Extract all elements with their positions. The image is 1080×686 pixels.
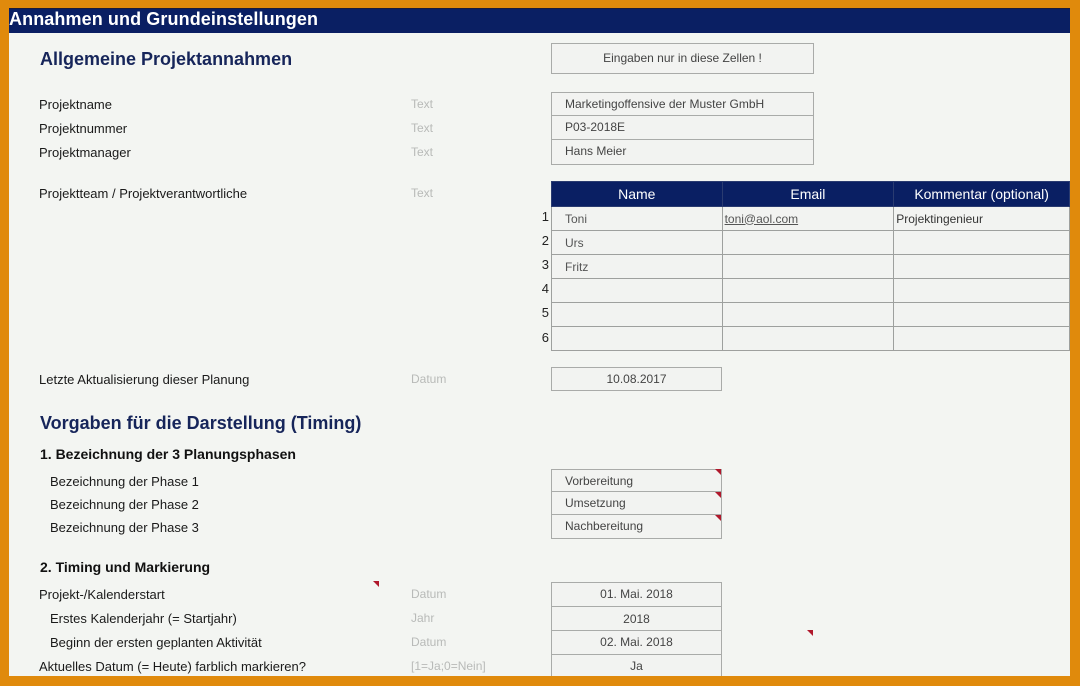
last-update-input[interactable]: 10.08.2017 — [551, 367, 722, 391]
table-row: Urs — [551, 230, 1070, 255]
team-name-cell[interactable]: Urs — [551, 230, 723, 255]
team-table-header: Name Email Kommentar (optional) — [551, 181, 1070, 207]
team-name-cell[interactable]: Fritz — [551, 254, 723, 279]
team-email-cell[interactable] — [721, 278, 895, 303]
row-number: 6 — [541, 330, 549, 345]
table-row: Fritz — [551, 254, 1070, 279]
type-hint-first-year: Jahr — [411, 611, 435, 625]
projektnummer-input[interactable]: P03-2018E — [551, 116, 814, 140]
subheading-timing-marking: 2. Timing und Markierung — [40, 559, 211, 575]
team-email-cell[interactable] — [721, 230, 895, 255]
team-email-cell[interactable] — [721, 326, 895, 351]
label-mark-today: Aktuelles Datum (= Heute) farblich marki… — [39, 659, 306, 674]
spreadsheet-sheet: Annahmen und Grundeinstellungen Allgemei… — [9, 8, 1070, 676]
phase-2-input[interactable]: Umsetzung — [551, 492, 722, 515]
type-hint-projektteam: Text — [411, 186, 434, 200]
label-project-start: Projekt-/Kalenderstart — [39, 587, 165, 602]
team-name-cell[interactable] — [551, 302, 723, 327]
team-comment-cell[interactable] — [893, 278, 1070, 303]
comment-marker-icon[interactable] — [715, 469, 721, 475]
label-first-year: Erstes Kalenderjahr (= Startjahr) — [50, 611, 237, 626]
type-hint-mark-today: [1=Ja;0=Nein] — [411, 659, 486, 673]
team-comment-cell[interactable] — [893, 326, 1070, 351]
row-number: 3 — [541, 257, 549, 272]
team-table: Name Email Kommentar (optional) Toni ton… — [551, 181, 1070, 351]
comment-marker-icon[interactable] — [715, 492, 721, 498]
label-projektname: Projektname — [39, 97, 112, 112]
comment-marker-icon[interactable] — [715, 515, 721, 521]
label-phase-3: Bezeichnung der Phase 3 — [50, 520, 199, 535]
label-projektmanager: Projektmanager — [39, 145, 131, 160]
section-heading-timing: Vorgaben für die Darstellung (Timing) — [40, 413, 362, 433]
team-comment-cell[interactable] — [893, 302, 1070, 327]
team-comment-cell[interactable] — [893, 230, 1070, 255]
team-comment-cell[interactable]: Projektingenieur — [893, 206, 1070, 231]
team-email-cell[interactable]: toni@aol.com — [721, 206, 895, 231]
first-activity-input[interactable]: 02. Mai. 2018 — [551, 631, 722, 655]
table-row — [551, 278, 1070, 303]
type-hint-projektname: Text — [411, 97, 434, 111]
type-hint-projektnummer: Text — [411, 121, 434, 135]
label-phase-2: Bezeichnung der Phase 2 — [50, 497, 199, 512]
sheet-title: Annahmen und Grundeinstellungen — [9, 9, 319, 29]
first-year-input[interactable]: 2018 — [551, 607, 722, 631]
section-heading-general: Allgemeine Projektannahmen — [40, 49, 293, 69]
team-name-cell[interactable] — [551, 326, 723, 351]
project-start-input[interactable]: 01. Mai. 2018 — [551, 582, 722, 607]
label-projektteam: Projektteam / Projektverantwortliche — [39, 186, 248, 201]
row-number: 2 — [541, 233, 549, 248]
team-email-cell[interactable] — [721, 254, 895, 279]
column-header-comment: Kommentar (optional) — [893, 181, 1070, 207]
table-row — [551, 326, 1070, 351]
input-hint-box: Eingaben nur in diese Zellen ! — [551, 43, 814, 74]
team-name-cell[interactable]: Toni — [551, 206, 723, 231]
type-hint-projektmanager: Text — [411, 145, 434, 159]
type-hint-last-update: Datum — [411, 372, 447, 386]
row-number: 4 — [541, 281, 549, 296]
row-number: 1 — [541, 209, 549, 224]
row-number: 5 — [541, 305, 549, 320]
team-name-cell[interactable] — [551, 278, 723, 303]
label-projektnummer: Projektnummer — [39, 121, 128, 136]
label-first-activity: Beginn der ersten geplanten Aktivität — [50, 635, 262, 650]
type-hint-first-activity: Datum — [411, 635, 447, 649]
label-last-update: Letzte Aktualisierung dieser Planung — [39, 372, 250, 387]
phase-3-input[interactable]: Nachbereitung — [551, 515, 722, 539]
comment-marker-icon[interactable] — [373, 581, 379, 587]
column-header-name: Name — [551, 181, 723, 207]
column-header-email: Email — [721, 181, 895, 207]
type-hint-project-start: Datum — [411, 587, 447, 601]
table-row: Toni toni@aol.com Projektingenieur — [551, 206, 1070, 231]
table-row — [551, 302, 1070, 327]
projektmanager-input[interactable]: Hans Meier — [551, 140, 814, 165]
phase-1-input[interactable]: Vorbereitung — [551, 469, 722, 492]
mark-today-input[interactable]: Ja — [551, 655, 722, 676]
label-phase-1: Bezeichnung der Phase 1 — [50, 474, 199, 489]
comment-marker-icon[interactable] — [807, 630, 813, 636]
subheading-phases: 1. Bezeichnung der 3 Planungsphasen — [40, 446, 296, 462]
team-email-cell[interactable] — [721, 302, 895, 327]
team-comment-cell[interactable] — [893, 254, 1070, 279]
projektname-input[interactable]: Marketingoffensive der Muster GmbH — [551, 92, 814, 116]
title-bar: Annahmen und Grundeinstellungen — [9, 8, 1070, 33]
